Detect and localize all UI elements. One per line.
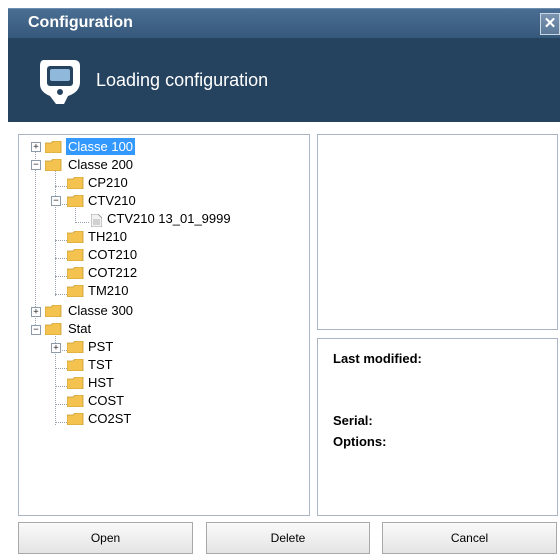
cancel-button[interactable]: Cancel [382, 522, 557, 554]
tree-item-tst[interactable]: TST [86, 356, 115, 373]
tree-item-pst[interactable]: PST [86, 338, 115, 355]
folder-icon [67, 267, 84, 279]
folder-icon [67, 395, 84, 407]
tree-item-hst[interactable]: HST [86, 374, 116, 391]
expand-toggle-classe100[interactable]: + [31, 142, 41, 152]
collapse-toggle-ctv210[interactable]: − [51, 196, 61, 206]
device-icon [40, 60, 80, 104]
tree-item-th210[interactable]: TH210 [86, 228, 129, 245]
configuration-tree[interactable]: + Classe 100 − Classe 200 CP210 − CTV210… [18, 134, 310, 516]
folder-icon [67, 231, 84, 243]
tree-item-classe200[interactable]: Classe 200 [66, 156, 135, 173]
folder-icon [45, 141, 62, 153]
folder-open-icon [45, 159, 62, 171]
tree-item-co2st[interactable]: CO2ST [86, 410, 133, 427]
open-button[interactable]: Open [18, 522, 193, 554]
tree-item-cost[interactable]: COST [86, 392, 126, 409]
folder-icon [67, 285, 84, 297]
tree-item-classe300[interactable]: Classe 300 [66, 302, 135, 319]
folder-icon [67, 359, 84, 371]
header-text: Loading configuration [96, 70, 269, 90]
options-label: Options: [333, 434, 387, 449]
tree-item-cp210[interactable]: CP210 [86, 174, 130, 191]
expand-toggle-pst[interactable]: + [51, 343, 61, 353]
title-bar: Configuration ✕ [8, 8, 560, 39]
delete-button[interactable]: Delete [206, 522, 370, 554]
folder-open-icon [67, 195, 84, 207]
folder-icon [67, 377, 84, 389]
preview-panel [317, 134, 558, 330]
tree-item-tm210[interactable]: TM210 [86, 282, 130, 299]
folder-open-icon [45, 323, 62, 335]
folder-icon [67, 177, 84, 189]
collapse-toggle-classe200[interactable]: − [31, 160, 41, 170]
tree-item-stat[interactable]: Stat [66, 320, 93, 337]
folder-icon [45, 305, 62, 317]
expand-toggle-classe300[interactable]: + [31, 307, 41, 317]
last-modified-label: Last modified: [333, 351, 422, 366]
close-button[interactable]: ✕ [540, 13, 560, 35]
header-banner: Loading configuration [8, 38, 560, 122]
tree-item-ctv210-file[interactable]: CTV210 13_01_9999 [105, 210, 233, 227]
serial-label: Serial: [333, 413, 373, 428]
tree-item-cot210[interactable]: COT210 [86, 246, 139, 263]
collapse-toggle-stat[interactable]: − [31, 325, 41, 335]
folder-icon [67, 249, 84, 261]
window-title: Configuration [28, 14, 133, 31]
folder-icon [67, 413, 84, 425]
file-icon [91, 214, 102, 227]
tree-item-ctv210[interactable]: CTV210 [86, 192, 138, 209]
tree-item-cot212[interactable]: COT212 [86, 264, 139, 281]
folder-icon [67, 341, 84, 353]
tree-item-classe100[interactable]: Classe 100 [66, 138, 136, 155]
info-panel: Last modified: Serial: Options: [317, 338, 558, 516]
